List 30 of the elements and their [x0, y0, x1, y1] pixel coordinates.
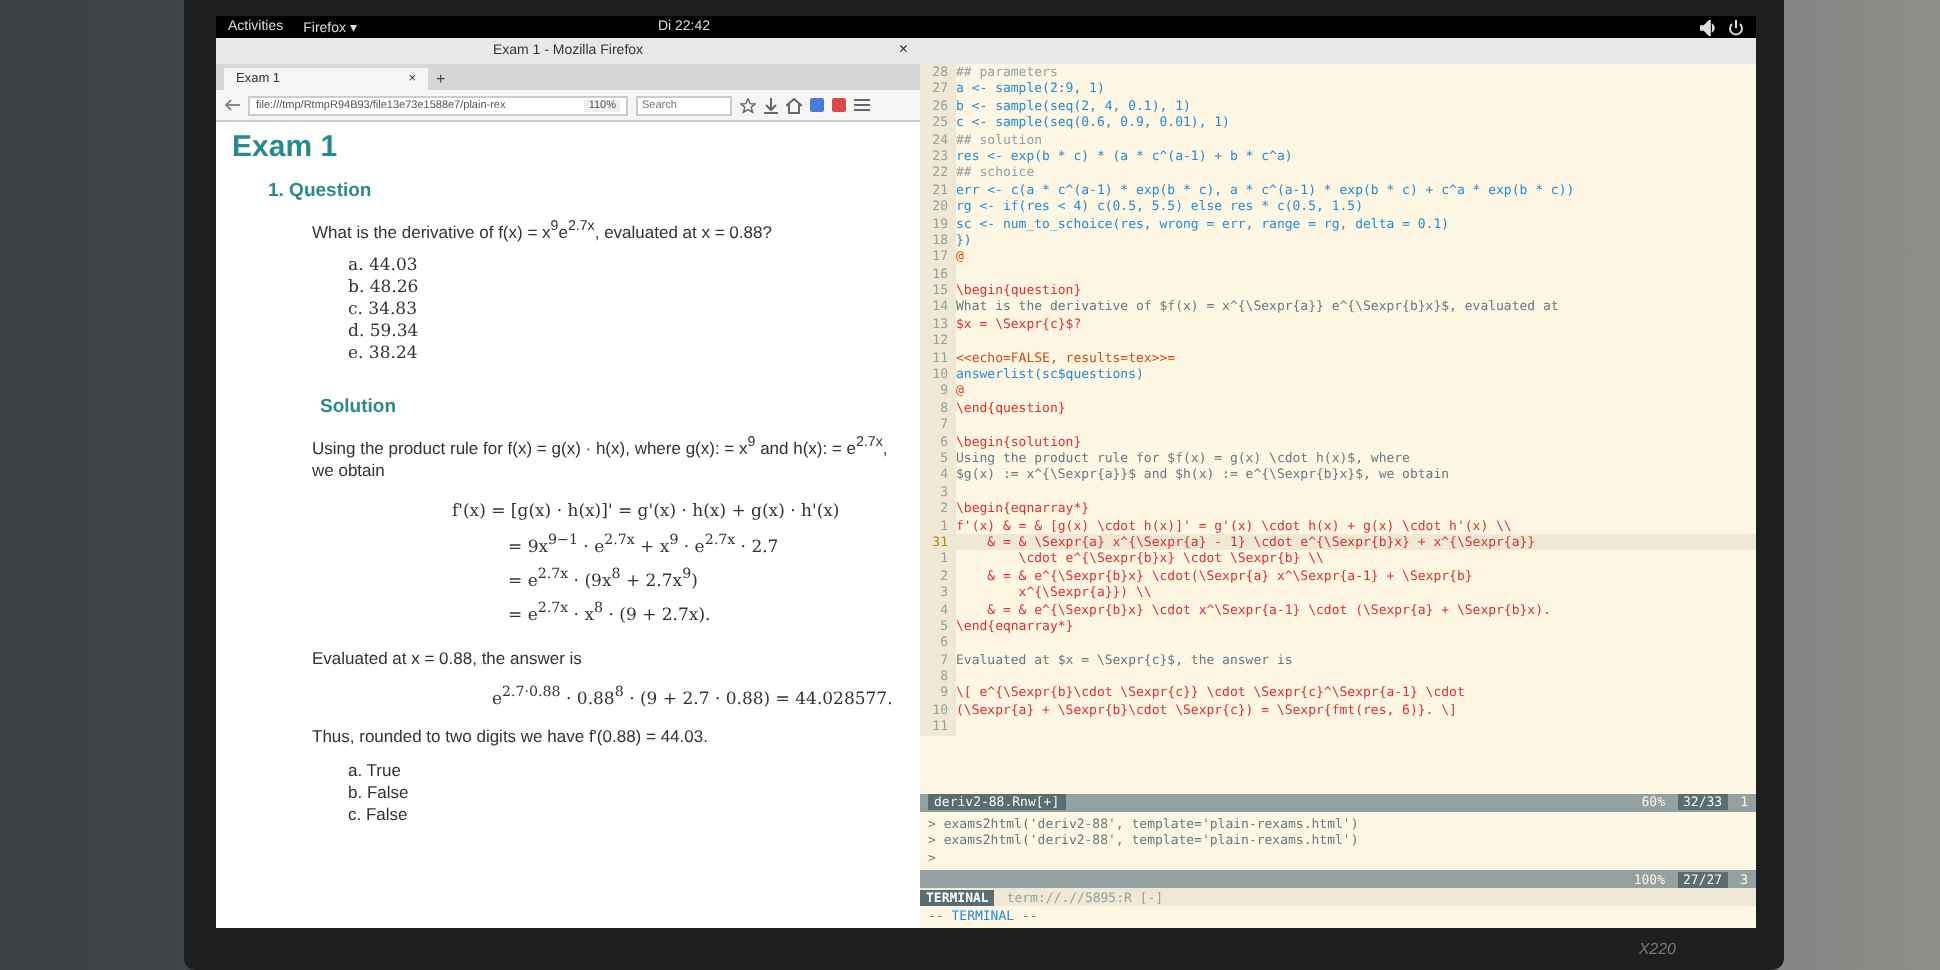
result-formula: e$^{2.7·0.88}$ · 0.88$^{8}$ · (9 + 2.7 · 0.88) = 44.028577.	[492, 682, 895, 710]
formula-line: f'(x) = [g(x) · h(x)]' = g'(x) · h(x) + g(x) · h'(x)	[452, 500, 842, 527]
volume-icon[interactable]	[1700, 19, 1718, 35]
close-button[interactable]: ×	[898, 40, 908, 58]
home-icon[interactable]	[786, 97, 802, 113]
answer-option: a. 44.03	[348, 256, 908, 279]
power-icon[interactable]	[1728, 19, 1744, 35]
question-heading: 1. Question	[268, 180, 374, 202]
conclusion-text: Thus, rounded to two digits we have f'(0.88) = 44.03.	[312, 725, 710, 749]
star-icon[interactable]	[740, 97, 756, 113]
answer-option: e. 38.24	[348, 344, 908, 368]
answer-option: b. False	[348, 782, 908, 805]
answer-option: a. True	[348, 760, 908, 783]
new-tab-button[interactable]: +	[436, 70, 446, 90]
answer-option: b. 48.26	[348, 278, 908, 301]
back-arrow-icon[interactable]	[224, 98, 240, 112]
answer-option: c. 34.83	[348, 300, 908, 323]
evaluation-text: Evaluated at x = 0.88, the answer is	[312, 647, 584, 670]
answer-option: d. 59.34	[348, 322, 908, 345]
formula-line: = e$^{2.7x}$ · x$^{8}$ · (9 + 2.7x).	[506, 596, 713, 631]
answer-option: c. False	[348, 804, 908, 827]
page-title: Exam 1	[232, 130, 340, 164]
solution-heading: Solution	[320, 395, 398, 418]
formula-line: = e$^{2.7x}$ · (9x$^{8}$ + 2.7x$^{9}$)	[506, 562, 700, 596]
model-label: X220	[1638, 940, 1676, 958]
menu-icon[interactable]	[854, 98, 870, 112]
formula-line: = 9x$^{9−1}$ · e$^{2.7x}$ + x$^{9}$ · e$^{2.7x}$ · 2.7	[506, 527, 781, 562]
question-text: What is the derivative of f(x) = x$^{9}$e$^{2.7x}$, evaluated at x = 0.88?	[312, 218, 774, 245]
solution-text: Using the product rule for f(x) = g(x) · h(x), where g(x): = x$^{9}$ and h(x): = e$^{2.7x}$, we obtain	[312, 433, 890, 483]
download-icon[interactable]	[764, 97, 778, 113]
